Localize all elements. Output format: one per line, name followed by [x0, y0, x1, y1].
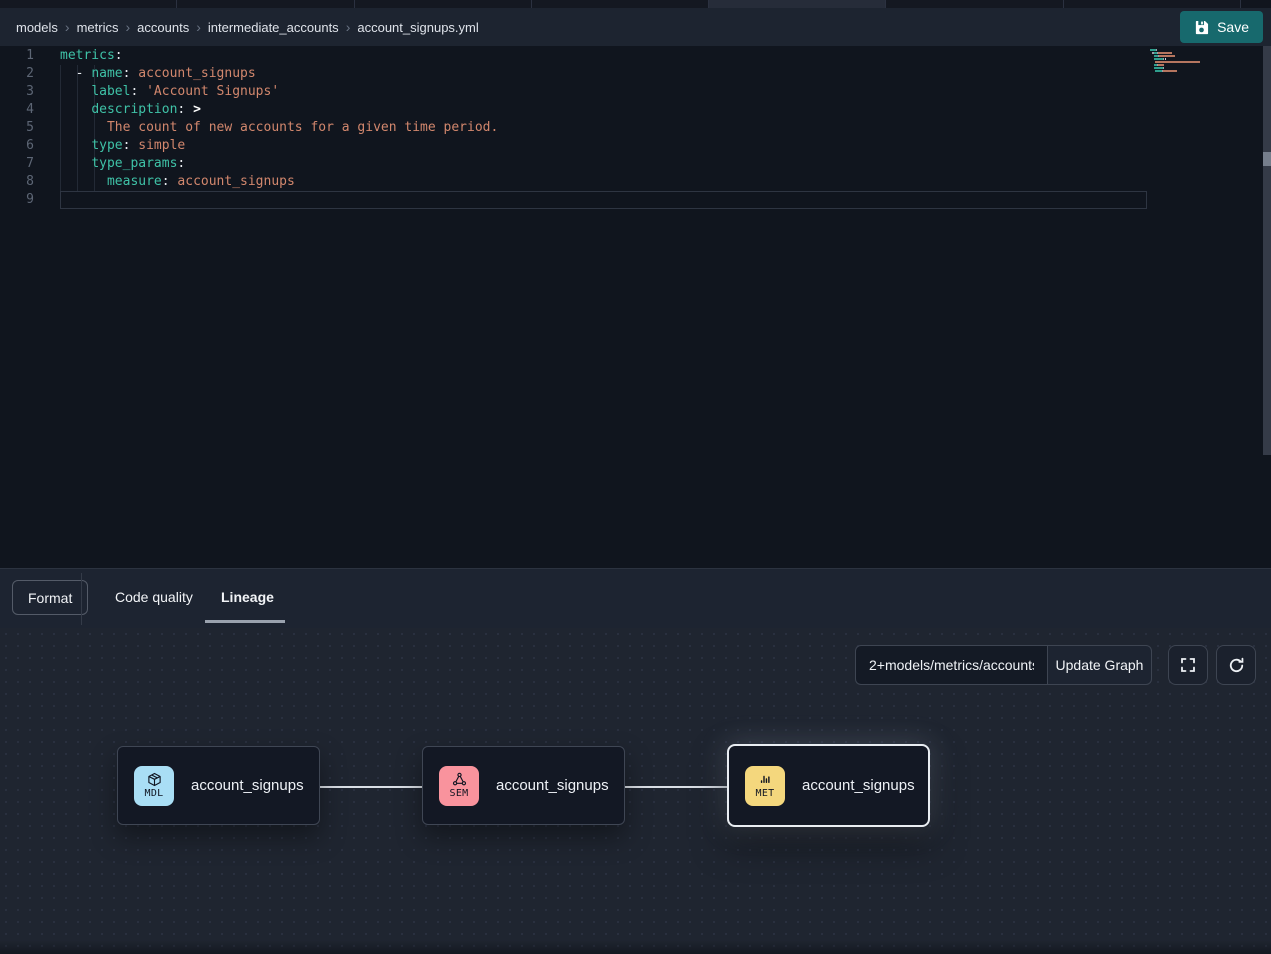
line-number: 2: [0, 65, 34, 83]
file-tab[interactable]: [1064, 0, 1241, 8]
format-button[interactable]: Format: [12, 580, 88, 615]
fullscreen-button[interactable]: [1168, 645, 1208, 685]
code-text: metrics:: [34, 47, 123, 65]
breadcrumb-item[interactable]: account_signups.yml: [357, 20, 478, 35]
lineage-edge: [625, 786, 727, 788]
code-text: - name: account_signups: [34, 65, 256, 83]
breadcrumb-separator-icon: ›: [196, 20, 201, 34]
file-tab[interactable]: [177, 0, 354, 8]
file-tab[interactable]: [886, 0, 1063, 8]
breadcrumb-item[interactable]: intermediate_accounts: [208, 20, 339, 35]
code-text: label: 'Account Signups': [34, 83, 279, 101]
minimap-line: [1150, 70, 1260, 72]
network-icon: [452, 772, 467, 787]
code-text: type_params:: [34, 155, 185, 173]
graph-selector-input[interactable]: [855, 645, 1047, 685]
model-badge: MDL: [134, 766, 174, 806]
code-text: type: simple: [34, 137, 185, 155]
node-label: account_signups: [802, 777, 915, 794]
line-number: 9: [0, 191, 34, 209]
line-number: 4: [0, 101, 34, 119]
bottom-panel: Format Code quality Lineage Update Graph: [0, 568, 1271, 954]
file-tab[interactable]: [355, 0, 532, 8]
code-text: measure: account_signups: [34, 173, 295, 191]
node-badge-label: SEM: [450, 788, 469, 799]
refresh-icon: [1228, 657, 1245, 674]
save-button[interactable]: Save: [1180, 11, 1263, 43]
code-text: [34, 191, 60, 209]
breadcrumb-item[interactable]: metrics: [77, 20, 119, 35]
code-line[interactable]: 3 label: 'Account Signups': [0, 83, 1263, 101]
lineage-node-model[interactable]: MDL account_signups: [117, 746, 320, 825]
graph-selector-group: Update Graph: [855, 645, 1152, 685]
node-badge-label: MDL: [145, 788, 164, 799]
code-editor[interactable]: 1metrics:2 - name: account_signups3 labe…: [0, 46, 1263, 568]
breadcrumb-separator-icon: ›: [65, 20, 70, 34]
code-line[interactable]: 5 The count of new accounts for a given …: [0, 119, 1263, 137]
code-line[interactable]: 6 type: simple: [0, 137, 1263, 155]
minimap-line: [1150, 67, 1260, 69]
lineage-node-metric[interactable]: MET account_signups: [727, 744, 930, 827]
refresh-button[interactable]: [1216, 645, 1256, 685]
active-tab-underline: [205, 620, 285, 623]
lineage-edge: [320, 786, 422, 788]
tab-lineage[interactable]: Lineage: [221, 569, 274, 625]
code-line[interactable]: 4 description: >: [0, 101, 1263, 119]
minimap-line: [1150, 55, 1260, 57]
code-text: The count of new accounts for a given ti…: [34, 119, 498, 137]
line-number: 6: [0, 137, 34, 155]
breadcrumb-separator-icon: ›: [346, 20, 351, 34]
minimap-line: [1150, 58, 1260, 60]
vertical-scrollbar[interactable]: [1263, 46, 1271, 455]
line-number: 5: [0, 119, 34, 137]
code-line[interactable]: 7 type_params:: [0, 155, 1263, 173]
minimap-line: [1150, 73, 1260, 75]
editor-minimap[interactable]: [1150, 49, 1260, 76]
code-line[interactable]: 9: [0, 191, 1263, 209]
minimap-line: [1150, 64, 1260, 66]
save-button-label: Save: [1217, 19, 1249, 35]
tab-code-quality[interactable]: Code quality: [115, 569, 193, 625]
semantic-model-badge: SEM: [439, 766, 479, 806]
file-tab[interactable]: [709, 0, 886, 8]
line-number: 7: [0, 155, 34, 173]
code-lines[interactable]: 1metrics:2 - name: account_signups3 labe…: [0, 47, 1263, 209]
update-graph-button[interactable]: Update Graph: [1047, 645, 1152, 685]
file-tab[interactable]: [0, 0, 177, 8]
node-label: account_signups: [496, 777, 609, 794]
metric-badge: MET: [745, 766, 785, 806]
file-tab[interactable]: [532, 0, 709, 8]
line-number: 8: [0, 173, 34, 191]
minimap-line: [1150, 52, 1260, 54]
code-text: description: >: [34, 101, 201, 119]
fullscreen-icon: [1180, 657, 1196, 673]
lineage-canvas[interactable]: Update Graph: [0, 628, 1271, 954]
cube-icon: [147, 772, 162, 787]
active-line-highlight: [60, 191, 1147, 209]
node-label: account_signups: [191, 777, 304, 794]
bar-chart-icon: [758, 772, 773, 787]
breadcrumb-separator-icon: ›: [125, 20, 130, 34]
code-line[interactable]: 8 measure: account_signups: [0, 173, 1263, 191]
save-icon: [1194, 20, 1209, 35]
node-badge-label: MET: [756, 788, 775, 799]
breadcrumb-item[interactable]: accounts: [137, 20, 189, 35]
scrollbar-thumb[interactable]: [1263, 152, 1271, 166]
breadcrumb-bar: models › metrics › accounts › intermediate_acc…: [0, 8, 1271, 46]
breadcrumb-item[interactable]: models: [16, 20, 58, 35]
minimap-line: [1150, 49, 1260, 51]
panel-divider: [81, 573, 82, 625]
lineage-node-semantic-model[interactable]: SEM account_signups: [422, 746, 625, 825]
minimap-line: [1150, 61, 1260, 63]
file-tab-strip[interactable]: [0, 0, 1271, 8]
code-line[interactable]: 2 - name: account_signups: [0, 65, 1263, 83]
breadcrumb: models › metrics › accounts › intermediate_acc…: [16, 20, 479, 35]
line-number: 3: [0, 83, 34, 101]
line-number: 1: [0, 47, 34, 65]
code-line[interactable]: 1metrics:: [0, 47, 1263, 65]
